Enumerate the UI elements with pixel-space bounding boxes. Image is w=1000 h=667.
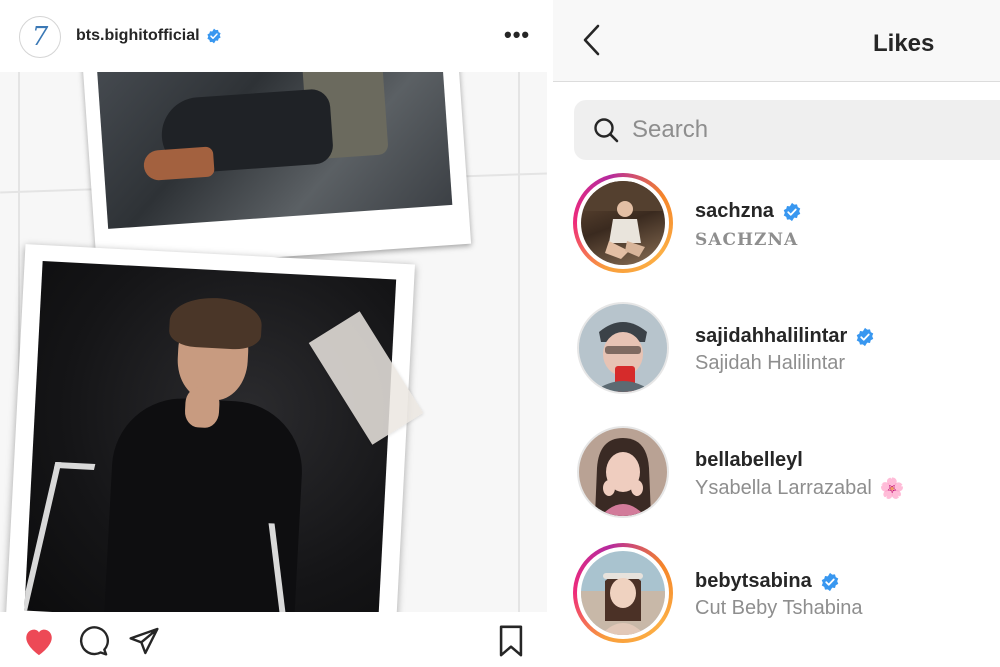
grid-line xyxy=(518,72,520,612)
story-ring[interactable] xyxy=(573,173,673,273)
likes-panel: Likes Search sachzna SACHZNA sajidahhali… xyxy=(553,0,1000,667)
share-icon[interactable] xyxy=(127,624,161,658)
bookmark-icon[interactable] xyxy=(494,624,528,658)
cherry-blossom-icon: 🌸 xyxy=(879,478,905,500)
polaroid-photo-main xyxy=(3,244,415,612)
username-text[interactable]: sachzna xyxy=(695,200,774,223)
more-options-icon[interactable]: ••• xyxy=(504,24,530,46)
username-text[interactable]: bebytsabina xyxy=(695,570,812,593)
avatar-ring[interactable] xyxy=(577,426,669,518)
username-text[interactable]: bellabelleyl xyxy=(695,449,803,472)
photo-person-portrait xyxy=(24,261,397,612)
full-name: Ysabella Larrazabal 🌸 xyxy=(695,476,905,501)
account-avatar[interactable]: 7 xyxy=(19,16,61,58)
username[interactable]: bellabelleyl xyxy=(695,449,803,472)
username-text[interactable]: sajidahhalilintar xyxy=(695,325,847,348)
username[interactable]: bebytsabina xyxy=(695,570,840,593)
polaroid-photo-top xyxy=(79,72,472,270)
post-image[interactable] xyxy=(0,72,547,612)
list-item-user[interactable]: bebytsabina Cut Beby Tshabina xyxy=(573,543,993,643)
search-icon xyxy=(594,118,619,143)
verified-badge-icon xyxy=(821,572,838,591)
avatar xyxy=(581,551,665,635)
list-item-user[interactable]: sajidahhalilintar Sajidah Halilintar xyxy=(573,298,993,398)
heart-icon[interactable] xyxy=(22,624,56,658)
avatar xyxy=(579,428,667,516)
comment-icon[interactable] xyxy=(76,624,110,658)
full-name: Sajidah Halilintar xyxy=(695,352,846,374)
account-handle-text[interactable]: bts.bighitofficial xyxy=(76,27,200,45)
verified-badge-icon xyxy=(857,327,874,346)
likes-header: Likes xyxy=(553,0,1000,82)
verified-badge-icon xyxy=(783,202,801,221)
username[interactable]: sachzna xyxy=(695,200,802,223)
avatar xyxy=(581,181,665,265)
username[interactable]: sajidahhalilintar xyxy=(695,325,875,348)
search-bar[interactable] xyxy=(574,100,1000,160)
account-handle[interactable]: bts.bighitofficial xyxy=(76,27,222,45)
photo-legs-shoes xyxy=(94,72,453,229)
story-ring[interactable] xyxy=(573,543,673,643)
instagram-post: 7 bts.bighitofficial ••• xyxy=(0,0,547,667)
full-name-text: Ysabella Larrazabal xyxy=(695,477,872,499)
search-input[interactable] xyxy=(632,112,952,148)
post-actions-bar xyxy=(0,612,547,667)
screenshot-root: 7 bts.bighitofficial ••• Likes Search sa… xyxy=(0,0,1000,667)
page-title: Likes xyxy=(873,30,935,57)
list-item-user[interactable]: sachzna SACHZNA xyxy=(573,173,993,273)
avatar xyxy=(579,304,667,392)
verified-badge-icon xyxy=(206,28,221,44)
back-chevron-icon[interactable] xyxy=(579,22,605,58)
full-name: Cut Beby Tshabina xyxy=(695,597,863,619)
list-item-user[interactable]: bellabelleyl Ysabella Larrazabal 🌸 xyxy=(573,422,993,522)
avatar-ring[interactable] xyxy=(577,302,669,394)
post-header: 7 bts.bighitofficial ••• xyxy=(0,0,547,72)
full-name: SACHZNA xyxy=(695,230,799,250)
